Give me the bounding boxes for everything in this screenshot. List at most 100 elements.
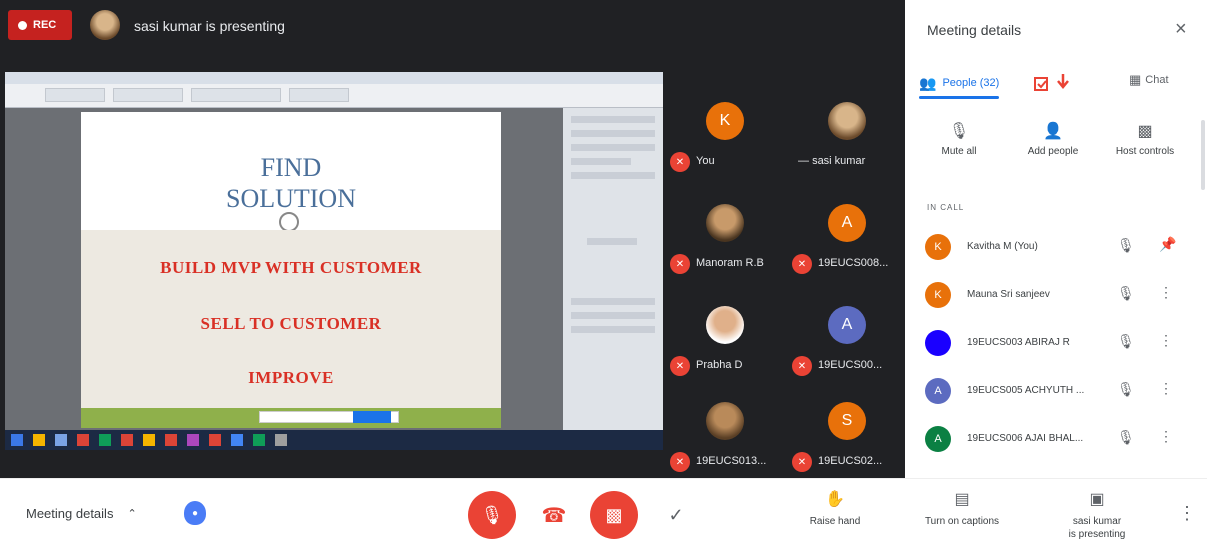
presenting-button[interactable]: ▣ sasi kumar is presenting	[1052, 491, 1142, 541]
active-tab-indicator	[919, 96, 999, 99]
participant-tile[interactable]: S ✕ 19EUCS02...	[786, 384, 906, 484]
mic-off-icon: ✕	[670, 254, 690, 274]
add-people-button[interactable]: 👤 Add people	[1013, 118, 1093, 157]
mic-off-icon: 🎙	[1117, 237, 1135, 253]
participant-name: 19EUCS013...	[696, 455, 767, 467]
chevron-up-icon: ⌃	[127, 508, 137, 520]
participant-tile[interactable]: K ✕ You	[664, 84, 784, 184]
video-stage: REC sasi kumar is presenting FIND SOLUTI…	[0, 0, 905, 478]
avatar: A	[925, 378, 951, 404]
participant-name: 19EUCS00...	[818, 359, 883, 371]
more-options-icon[interactable]: ⋮	[1178, 503, 1196, 524]
people-icon: 👥	[919, 74, 937, 91]
mic-off-icon: ✕	[792, 356, 812, 376]
avatar: K	[925, 282, 951, 308]
panel-scrollbar[interactable]	[1201, 120, 1205, 190]
participant-name: 19EUCS006 AJAI BHAL...	[967, 433, 1084, 444]
slide-title-line1: FIND	[260, 153, 322, 182]
record-dot-icon	[18, 20, 27, 30]
participant-name: — sasi kumar	[798, 155, 866, 167]
participant-tile[interactable]: ✕ Manoram R.B	[664, 186, 784, 286]
raise-hand-label: Raise hand	[809, 516, 861, 527]
participant-name: You	[696, 155, 715, 167]
recording-badge: REC	[8, 10, 72, 40]
in-call-section-label: IN CALL	[927, 203, 965, 212]
present-screen-icon: ▣	[1089, 491, 1105, 508]
participant-name: Mauna Sri sanjeev	[967, 289, 1050, 300]
participant-list-item[interactable]: K Mauna Sri sanjeev 🎙 ⋮	[905, 270, 1207, 318]
raise-hand-button[interactable]: ✋ Raise hand	[800, 491, 870, 528]
participant-name: 19EUCS008...	[818, 257, 889, 269]
captions-icon: ▤	[954, 491, 970, 508]
slide-line: SELL TO CUSTOMER	[200, 314, 382, 333]
presenting-line2: is presenting	[1068, 529, 1126, 540]
presenter-avatar	[90, 10, 120, 40]
tab-people-label: People (32)	[942, 77, 1000, 89]
mute-all-label: Mute all	[941, 146, 977, 157]
presenting-line1: sasi kumar	[1072, 516, 1122, 527]
chat-icon: ▦	[1129, 72, 1142, 87]
participant-name: Kavitha M (You)	[967, 241, 1038, 252]
host-controls-button[interactable]: ▩ Host controls	[1105, 118, 1185, 157]
close-icon[interactable]: ×	[1175, 18, 1187, 41]
mic-off-icon: ✕	[792, 254, 812, 274]
avatar: K	[925, 234, 951, 260]
captions-button[interactable]: ▤ Turn on captions	[912, 491, 1012, 528]
participant-name: 19EUCS02...	[818, 455, 883, 467]
slide-line: BUILD MVP WITH CUSTOMER	[160, 258, 422, 277]
participant-list-item[interactable]: A 19EUCS006 AJAI BHAL... 🎙 ⋮	[905, 414, 1207, 462]
participant-list-item[interactable]: K Kavitha M (You) 🎙 📌	[905, 222, 1207, 270]
tab-people[interactable]: 👥 People (32)	[919, 68, 999, 98]
avatar	[925, 330, 951, 356]
check-icon: ✓	[668, 504, 684, 525]
more-options-icon[interactable]: ⋮	[1159, 284, 1173, 301]
bottom-control-bar: Meeting details ⌃ ● 🎙 ☎ ▩ ✓ ✋ Raise hand…	[0, 478, 1207, 548]
participant-list-item[interactable]: A 19EUCS005 ACHYUTH ... 🎙 ⋮	[905, 366, 1207, 414]
window-titlebar	[5, 72, 663, 84]
participant-name: 19EUCS003 ABIRAJ R	[967, 337, 1070, 348]
mic-off-icon: 🎙	[1117, 429, 1135, 445]
windows-taskbar	[5, 430, 663, 450]
slide-title: FIND SOLUTION	[81, 152, 501, 214]
meeting-details-button[interactable]: Meeting details ⌃	[26, 506, 137, 521]
participant-list-item[interactable]: 19EUCS003 ABIRAJ R 🎙 ⋮	[905, 318, 1207, 366]
tab-activities[interactable]	[1033, 72, 1081, 96]
document-side-panel	[563, 108, 663, 430]
mic-off-icon: 🎙	[1117, 285, 1135, 301]
hand-icon: ✋	[825, 491, 845, 508]
document-area: FIND SOLUTION BUILD MVP WITH CUSTOMER SE…	[5, 108, 563, 430]
leave-call-button[interactable]: ☎	[530, 491, 578, 539]
slide-line: IMPROVE	[248, 368, 334, 387]
participant-tile[interactable]: A ✕ 19EUCS00...	[786, 288, 906, 388]
participant-name: Prabha D	[696, 359, 743, 371]
slide-body: BUILD MVP WITH CUSTOMER SELL TO CUSTOMER…	[81, 230, 501, 408]
tab-chat[interactable]: ▦ Chat	[1129, 72, 1169, 88]
participant-tile[interactable]: — sasi kumar	[786, 84, 906, 184]
participant-name: Manoram R.B	[696, 257, 764, 269]
more-options-icon[interactable]: ⋮	[1159, 380, 1173, 397]
hang-up-icon: ☎	[541, 504, 567, 527]
mic-off-icon: 🎙	[948, 123, 970, 140]
mic-toggle-button[interactable]: 🎙	[468, 491, 516, 539]
participant-tile[interactable]: A ✕ 19EUCS008...	[786, 186, 906, 286]
mute-all-button[interactable]: 🎙 Mute all	[919, 118, 999, 157]
pin-icon[interactable]: 📌	[1159, 236, 1176, 253]
slide-footer	[81, 408, 501, 428]
participant-avatar: K	[706, 102, 744, 140]
mic-off-icon: 🎙	[480, 504, 504, 525]
shield-icon[interactable]: ●	[184, 501, 206, 525]
participant-avatar: S	[828, 402, 866, 440]
participant-avatar	[706, 402, 744, 440]
more-options-icon[interactable]: ⋮	[1159, 332, 1173, 349]
mic-off-icon: ✕	[670, 152, 690, 172]
camera-toggle-button[interactable]: ▩	[590, 491, 638, 539]
activities-button[interactable]: ✓	[652, 491, 700, 539]
host-controls-icon: ▩	[1137, 123, 1153, 140]
more-options-icon[interactable]: ⋮	[1159, 428, 1173, 445]
cursor-circle-icon	[279, 212, 299, 232]
mic-off-icon: ✕	[670, 452, 690, 472]
participant-tile[interactable]: ✕ 19EUCS013...	[664, 384, 784, 484]
participant-tile[interactable]: ✕ Prabha D	[664, 288, 784, 388]
rec-label: REC	[33, 19, 57, 31]
host-controls-label: Host controls	[1115, 146, 1175, 157]
